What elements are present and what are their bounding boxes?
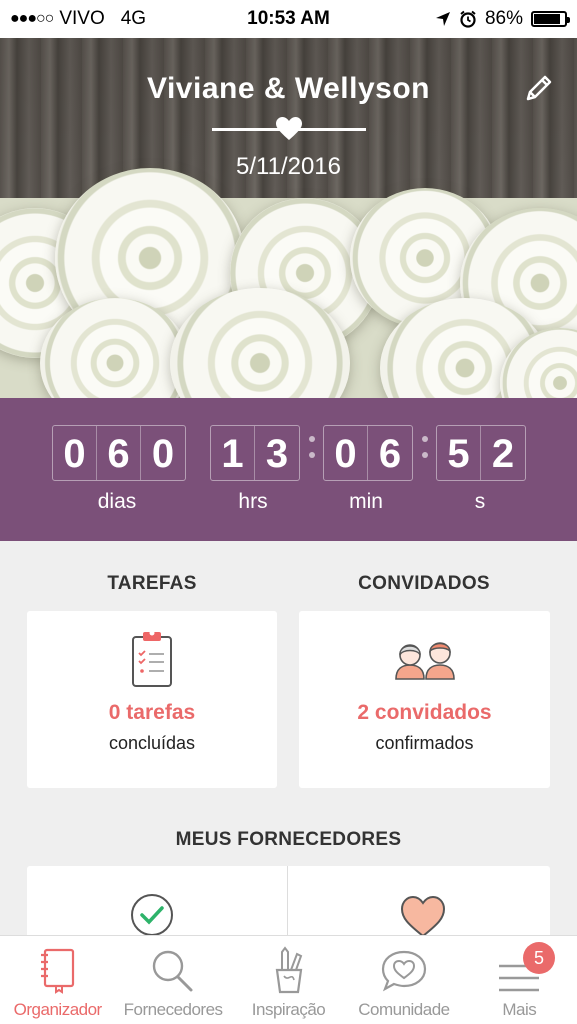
tab-fornecedores[interactable]: Fornecedores [115, 936, 230, 1024]
tasks-title: TAREFAS [107, 573, 197, 594]
countdown-panel: 0 6 0 dias 1 3 hrs 0 6 min 5 2 s [0, 398, 577, 541]
app-screen: ●●●○○ VIVO 4G 10:53 AM 86% Viviane & Wel… [0, 0, 577, 1024]
tab-mais[interactable]: 5 Mais [462, 936, 577, 1024]
guests-card[interactable]: 2 convidados confirmados [299, 611, 550, 788]
seconds-counter: 5 2 [436, 425, 526, 481]
days-digit: 0 [53, 426, 97, 480]
divider [211, 117, 366, 140]
suppliers-card[interactable] [27, 866, 550, 946]
guests-sub: confirmados [375, 733, 474, 753]
status-left: ●●●○○ VIVO 4G [10, 8, 210, 30]
tab-inspiracao[interactable]: Inspiração [231, 936, 346, 1024]
time-separator [419, 436, 431, 468]
tab-label: Fornecedores [123, 1000, 223, 1019]
minutes-digit: 0 [324, 426, 368, 480]
battery-icon [531, 11, 570, 27]
header-text: Viviane & Wellyson 5/11/2016 [0, 38, 577, 181]
hours-digit: 1 [211, 426, 255, 480]
carrier-name: VIVO [59, 8, 105, 29]
network-type: 4G [120, 8, 147, 29]
minutes-label: min [349, 490, 383, 513]
seconds-label: s [474, 490, 486, 513]
checkmark-circle-icon [131, 894, 173, 936]
tasks-card[interactable]: 0 tarefas concluídas [27, 611, 277, 788]
wedding-header: Viviane & Wellyson 5/11/2016 [0, 38, 577, 398]
tab-comunidade[interactable]: Comunidade [346, 936, 461, 1024]
hours-counter: 1 3 [210, 425, 300, 481]
battery-level [534, 14, 560, 24]
tasks-count: 0 tarefas [108, 701, 196, 724]
time-separator [306, 436, 318, 468]
pencil-icon[interactable] [523, 72, 555, 104]
location-arrow-icon [435, 12, 450, 26]
signal-strength: ●●●○○ [10, 10, 54, 27]
chat-heart-icon [381, 950, 427, 992]
notebook-icon [40, 948, 74, 994]
tab-label: Comunidade [358, 1000, 450, 1019]
tab-bar: Organizador Fornecedores Inspiração Comu… [0, 935, 577, 1024]
search-icon [152, 950, 193, 992]
minutes-counter: 0 6 [323, 425, 413, 481]
seconds-digit: 2 [491, 432, 515, 476]
tab-label: Inspiração [251, 1000, 326, 1019]
minutes-digit: 6 [378, 432, 402, 476]
days-label: dias [97, 490, 137, 513]
hours-label: hrs [238, 490, 268, 513]
seconds-digit: 5 [437, 426, 481, 480]
heart-icon [275, 117, 302, 140]
guests-count: 2 convidados [357, 701, 492, 724]
tab-label: Organizador [13, 1000, 103, 1019]
heart-icon [400, 895, 446, 938]
couple-names: Viviane & Wellyson [147, 72, 430, 105]
tasks-sub: concluídas [108, 733, 196, 753]
guests-title: CONVIDADOS [358, 573, 490, 594]
days-digit: 6 [97, 426, 141, 480]
suppliers-title: MEUS FORNECEDORES [175, 829, 402, 850]
status-right: 86% [435, 8, 570, 30]
days-digit: 0 [151, 432, 175, 476]
battery-percent: 86% [484, 8, 523, 29]
notification-badge: 5 [523, 942, 556, 974]
tab-organizador[interactable]: Organizador [0, 936, 115, 1024]
hours-digit: 3 [265, 432, 289, 476]
couple-icon [394, 642, 455, 680]
tab-label: Mais [502, 1000, 537, 1019]
status-bar: ●●●○○ VIVO 4G 10:53 AM 86% [0, 0, 577, 38]
roses-photo [0, 168, 577, 398]
divider [287, 866, 288, 946]
clipboard-icon [132, 630, 172, 687]
pencil-cup-icon [275, 946, 302, 994]
wedding-date: 5/11/2016 [236, 153, 341, 180]
alarm-clock-icon [460, 10, 476, 28]
days-counter: 0 6 0 [52, 425, 186, 481]
